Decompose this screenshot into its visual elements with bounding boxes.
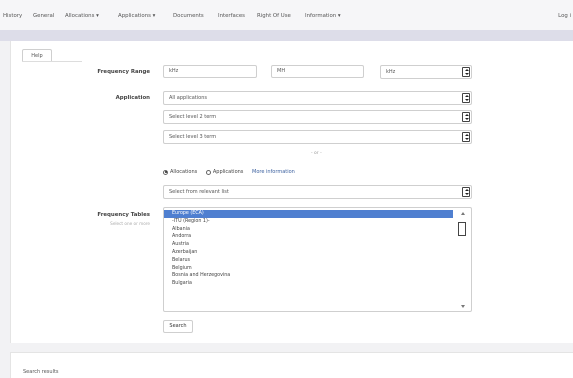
frequency-table-option[interactable]: Belgium: [164, 265, 453, 273]
frequency-tables-list: Europe (ECA) -ITU (Region 1)- Albania Andor…: [164, 208, 471, 288]
nav-item-right-of-use[interactable]: Right Of Use: [257, 13, 291, 19]
nav-item-interfaces[interactable]: Interfaces: [218, 13, 245, 19]
select-arrows-icon: [462, 112, 470, 122]
select-arrows-icon: [462, 187, 470, 197]
nav-item-applications[interactable]: Applications ▾: [118, 13, 155, 19]
frequency-from-input[interactable]: kHz: [163, 65, 257, 78]
frequency-table-option[interactable]: Belarus: [164, 257, 453, 265]
table-type-radio-group: Allocations Applications More informatio…: [163, 169, 295, 176]
application-level1-value: All applications: [169, 95, 207, 101]
frequency-tables-listbox[interactable]: Europe (ECA) -ITU (Region 1)- Albania Andor…: [163, 207, 472, 312]
more-information-link[interactable]: More information: [252, 169, 295, 175]
radio-applications[interactable]: [205, 169, 211, 175]
header-band: [0, 30, 573, 41]
or-separator: - or -: [311, 151, 322, 156]
nav-item-allocations[interactable]: Allocations ▾: [65, 13, 99, 19]
search-button[interactable]: Search: [163, 320, 193, 333]
scroll-up-icon[interactable]: [461, 212, 465, 215]
frequency-unit-select[interactable]: kHz: [380, 65, 472, 79]
nav-item-information[interactable]: Information ▾: [305, 13, 341, 19]
radio-allocations[interactable]: [163, 169, 168, 175]
select-arrows-icon: [462, 132, 470, 142]
radio-allocations-label: Allocations: [170, 169, 198, 175]
listbox-scrollbar[interactable]: [457, 209, 470, 310]
frequency-table-option[interactable]: Bosnia and Herzegovina: [164, 272, 453, 280]
frequency-table-option[interactable]: Andorra: [164, 233, 453, 241]
application-level3-value: Select level 3 term: [169, 134, 217, 140]
frequency-table-option[interactable]: Europe (ECA): [164, 210, 453, 218]
login-link[interactable]: Log i: [558, 13, 571, 19]
application-level1-select[interactable]: All applications: [163, 91, 472, 105]
scroll-down-icon[interactable]: [461, 305, 465, 308]
frequency-table-option[interactable]: Austria: [164, 241, 453, 249]
select-arrows-icon: [462, 93, 470, 103]
tab-divider: [22, 61, 82, 62]
search-results-label: Search results: [23, 369, 59, 375]
application-level2-select[interactable]: Select level 2 term: [163, 110, 472, 124]
scrollbar-thumb[interactable]: [458, 222, 466, 236]
frequency-table-option[interactable]: Bulgaria: [164, 280, 453, 288]
application-label: Application: [115, 95, 150, 101]
frequency-table-option[interactable]: Albania: [164, 226, 453, 234]
frequency-to-input[interactable]: MH: [271, 65, 364, 78]
application-level3-select[interactable]: Select level 3 term: [163, 130, 472, 144]
frequency-range-label: Frequency Range: [97, 69, 150, 75]
select-arrows-icon: [462, 67, 470, 77]
relevant-list-select[interactable]: Select from relevant list: [163, 185, 472, 199]
nav-item-history[interactable]: History: [3, 13, 22, 19]
top-navigation: History General Allocations ▾ Applicatio…: [0, 0, 573, 30]
frequency-table-option[interactable]: -ITU (Region 1)-: [164, 218, 453, 226]
relevant-list-value: Select from relevant list: [169, 189, 229, 195]
help-tab[interactable]: Help: [22, 49, 52, 61]
application-level2-value: Select level 2 term: [169, 114, 217, 120]
frequency-unit-value: kHz: [386, 69, 396, 75]
frequency-tables-hint: Select one or more: [110, 221, 150, 226]
radio-applications-label: Applications: [212, 169, 244, 175]
nav-item-documents[interactable]: Documents: [173, 13, 204, 19]
frequency-tables-label: Frequency Tables: [97, 212, 150, 218]
search-results-header: Search results: [10, 352, 573, 378]
nav-item-general[interactable]: General: [33, 13, 54, 19]
frequency-table-option[interactable]: Azerbaijan: [164, 249, 453, 257]
